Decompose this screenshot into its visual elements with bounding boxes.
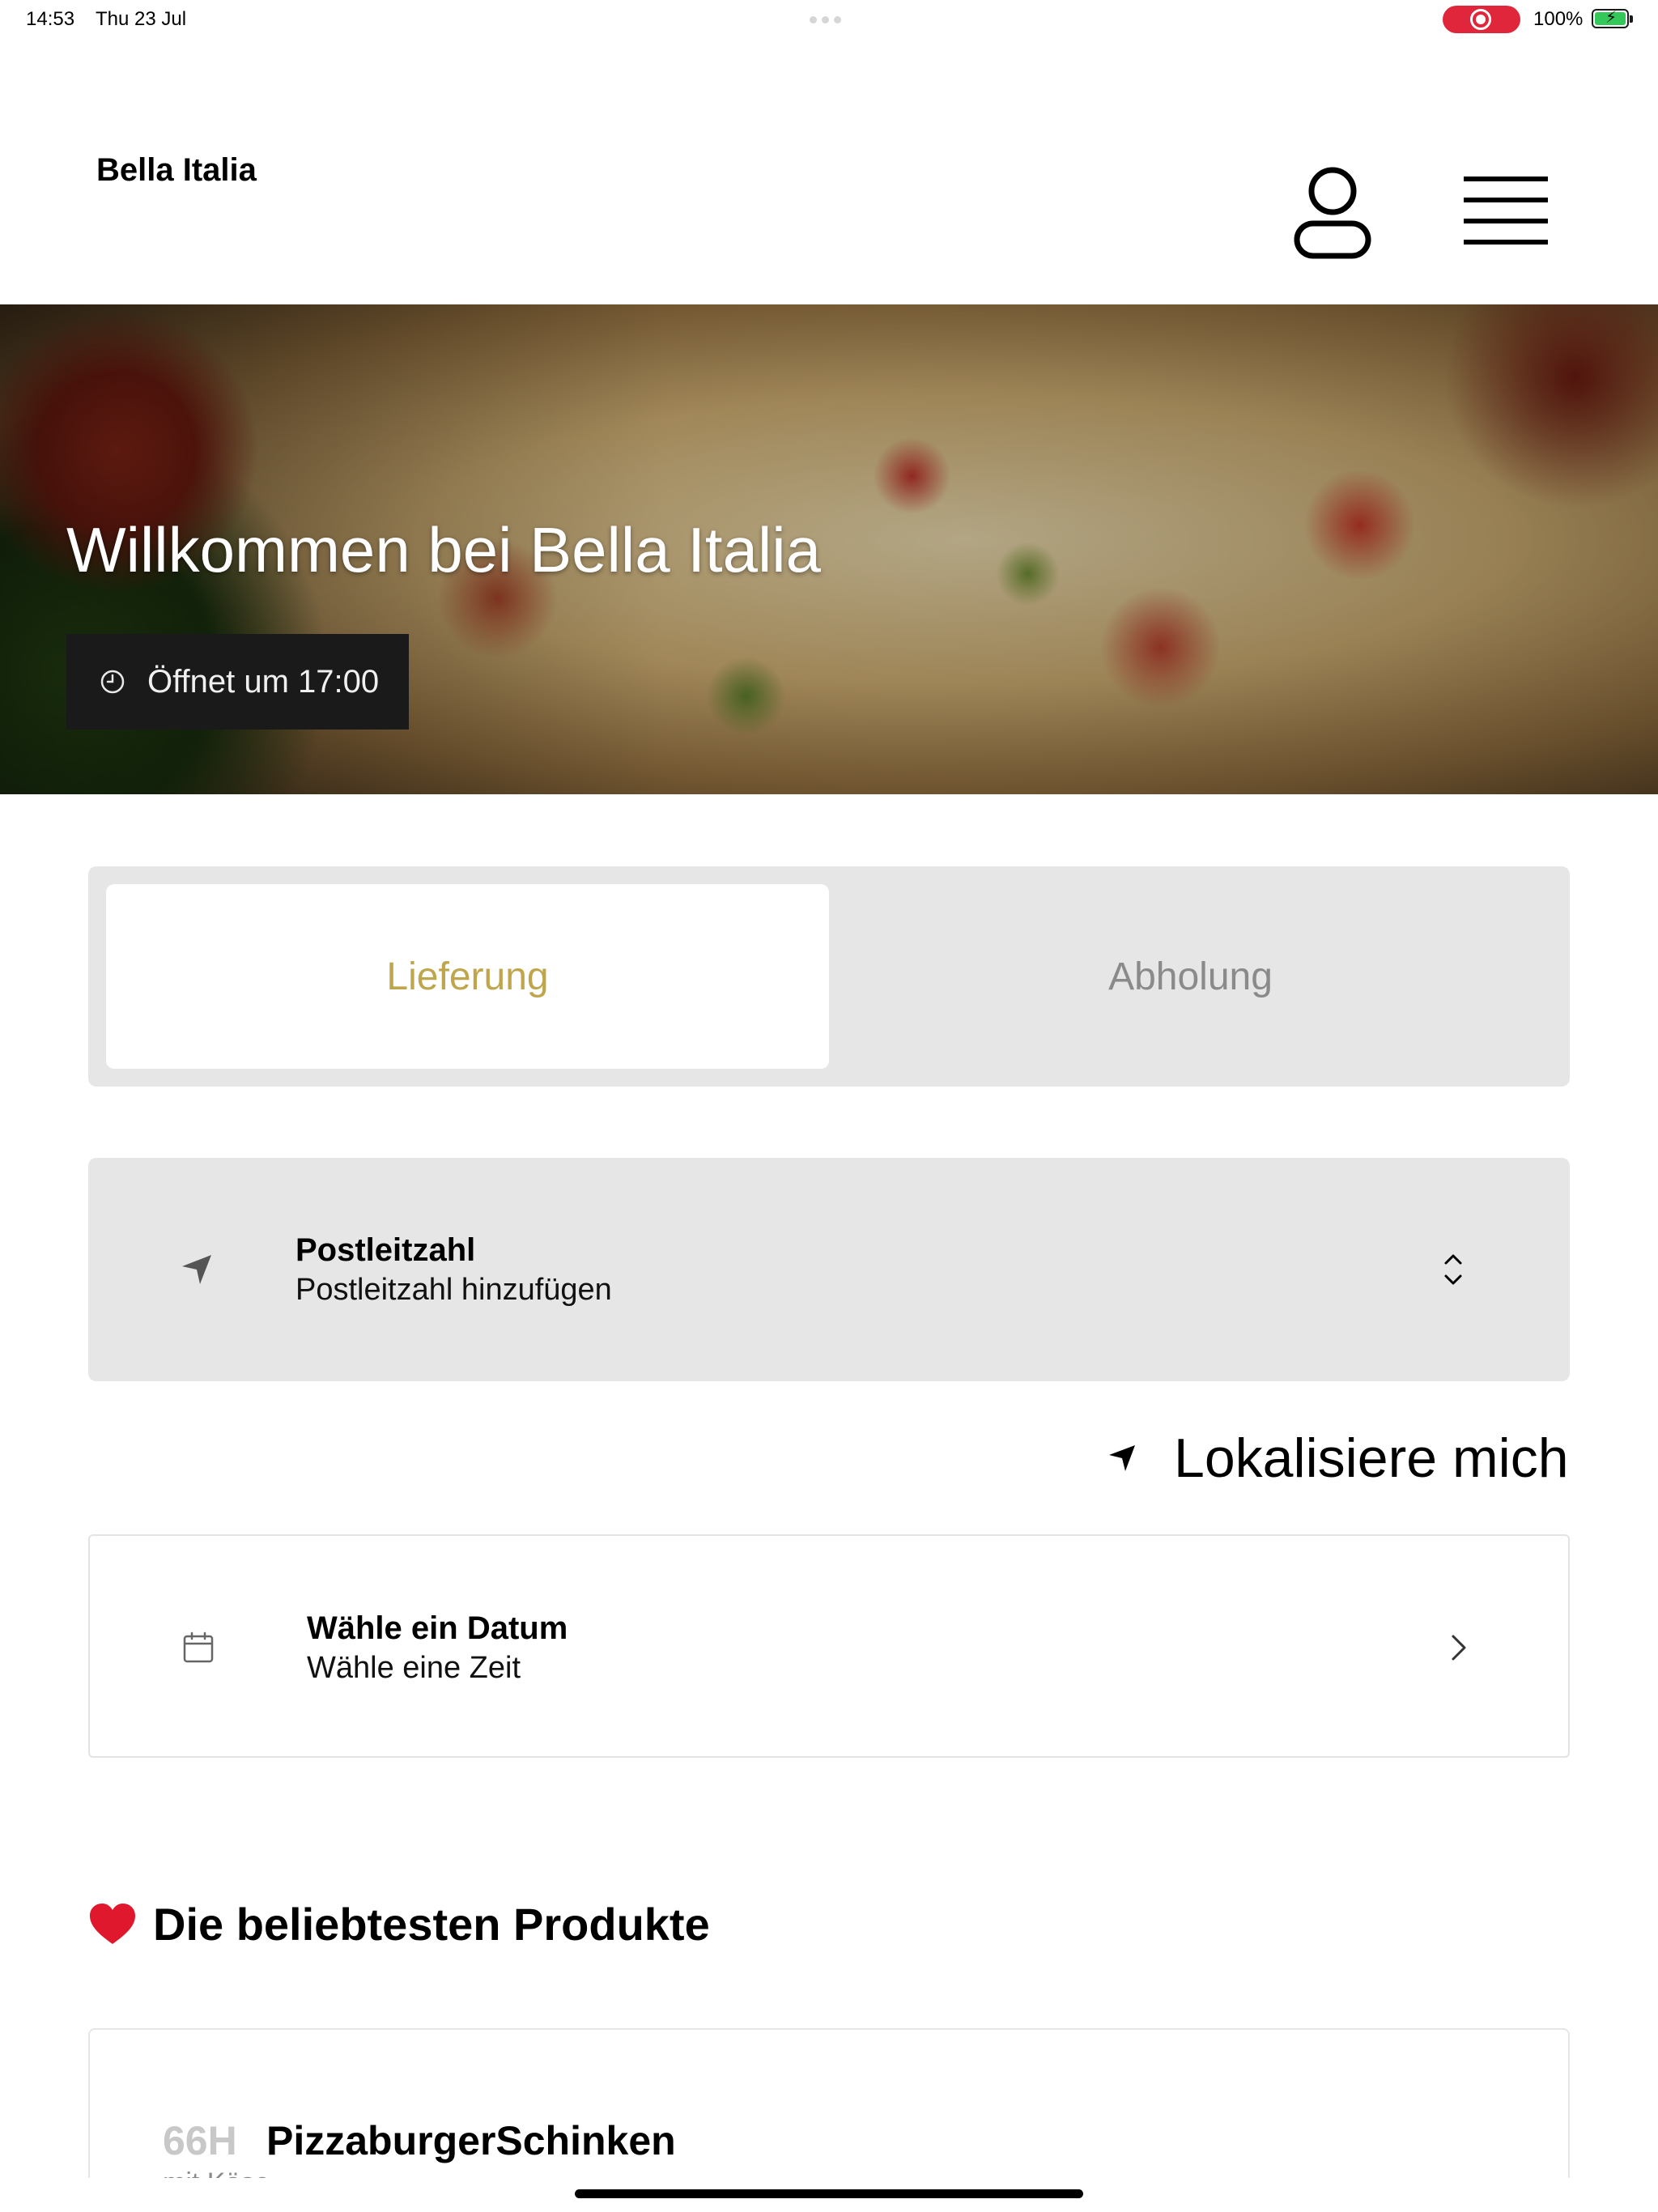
clock-icon xyxy=(100,670,125,694)
status-bar: 14:53 Thu 23 Jul 100% ⚡ xyxy=(0,0,1658,39)
tab-delivery[interactable]: Lieferung xyxy=(106,884,829,1069)
opening-time-text: Öffnet um 17:00 xyxy=(147,663,380,700)
time-label: Wähle eine Zeit xyxy=(307,1651,521,1685)
app-header: Bella Italia xyxy=(0,39,1658,304)
postcode-placeholder: Postleitzahl hinzufügen xyxy=(295,1273,612,1307)
status-date: Thu 23 Jul xyxy=(96,8,187,30)
status-time: 14:53 xyxy=(26,8,75,30)
location-arrow-icon xyxy=(1109,1445,1135,1471)
opening-hours-badge: Öffnet um 17:00 xyxy=(66,634,409,730)
product-code: 66H xyxy=(163,2118,237,2163)
brand-name[interactable]: Bella Italia xyxy=(96,152,257,189)
page: 14:53 Thu 23 Jul 100% ⚡ Bella Italia Wil… xyxy=(0,0,1658,2212)
location-arrow-icon xyxy=(182,1255,211,1284)
popular-products-title: Die beliebtesten Produkte xyxy=(153,1899,710,1950)
popular-products-heading: Die beliebtesten Produkte xyxy=(88,1898,710,1950)
home-indicator[interactable] xyxy=(575,2189,1083,2198)
order-mode-selector: Lieferung Abholung xyxy=(88,866,1570,1087)
heart-icon xyxy=(90,1903,135,1944)
tab-pickup[interactable]: Abholung xyxy=(829,884,1552,1069)
date-label: Wähle ein Datum xyxy=(307,1610,568,1646)
date-time-picker[interactable]: Wähle ein Datum Wähle eine Zeit xyxy=(88,1534,1570,1758)
battery-percentage: 100% xyxy=(1533,8,1584,30)
multitasking-dots-icon[interactable] xyxy=(810,16,841,23)
product-name: PizzaburgerSchinken xyxy=(266,2118,676,2163)
screen-recording-icon[interactable] xyxy=(1443,6,1520,33)
battery-icon: ⚡ xyxy=(1592,9,1633,28)
postcode-selector[interactable]: Postleitzahl Postleitzahl hinzufügen xyxy=(88,1158,1570,1381)
locate-me-button[interactable]: Lokalisiere mich xyxy=(1106,1427,1569,1490)
locate-me-label: Lokalisiere mich xyxy=(1174,1427,1569,1489)
hero-banner: Willkommen bei Bella Italia Öffnet um 17… xyxy=(0,304,1658,794)
chevron-up-down-icon xyxy=(1444,1254,1462,1285)
hamburger-menu-icon[interactable] xyxy=(1464,175,1548,246)
chevron-right-icon xyxy=(1452,1635,1466,1661)
calendar-icon xyxy=(183,1631,214,1663)
user-icon[interactable] xyxy=(1292,164,1373,261)
postcode-label: Postleitzahl xyxy=(295,1232,476,1268)
welcome-title: Willkommen bei Bella Italia xyxy=(66,514,822,585)
